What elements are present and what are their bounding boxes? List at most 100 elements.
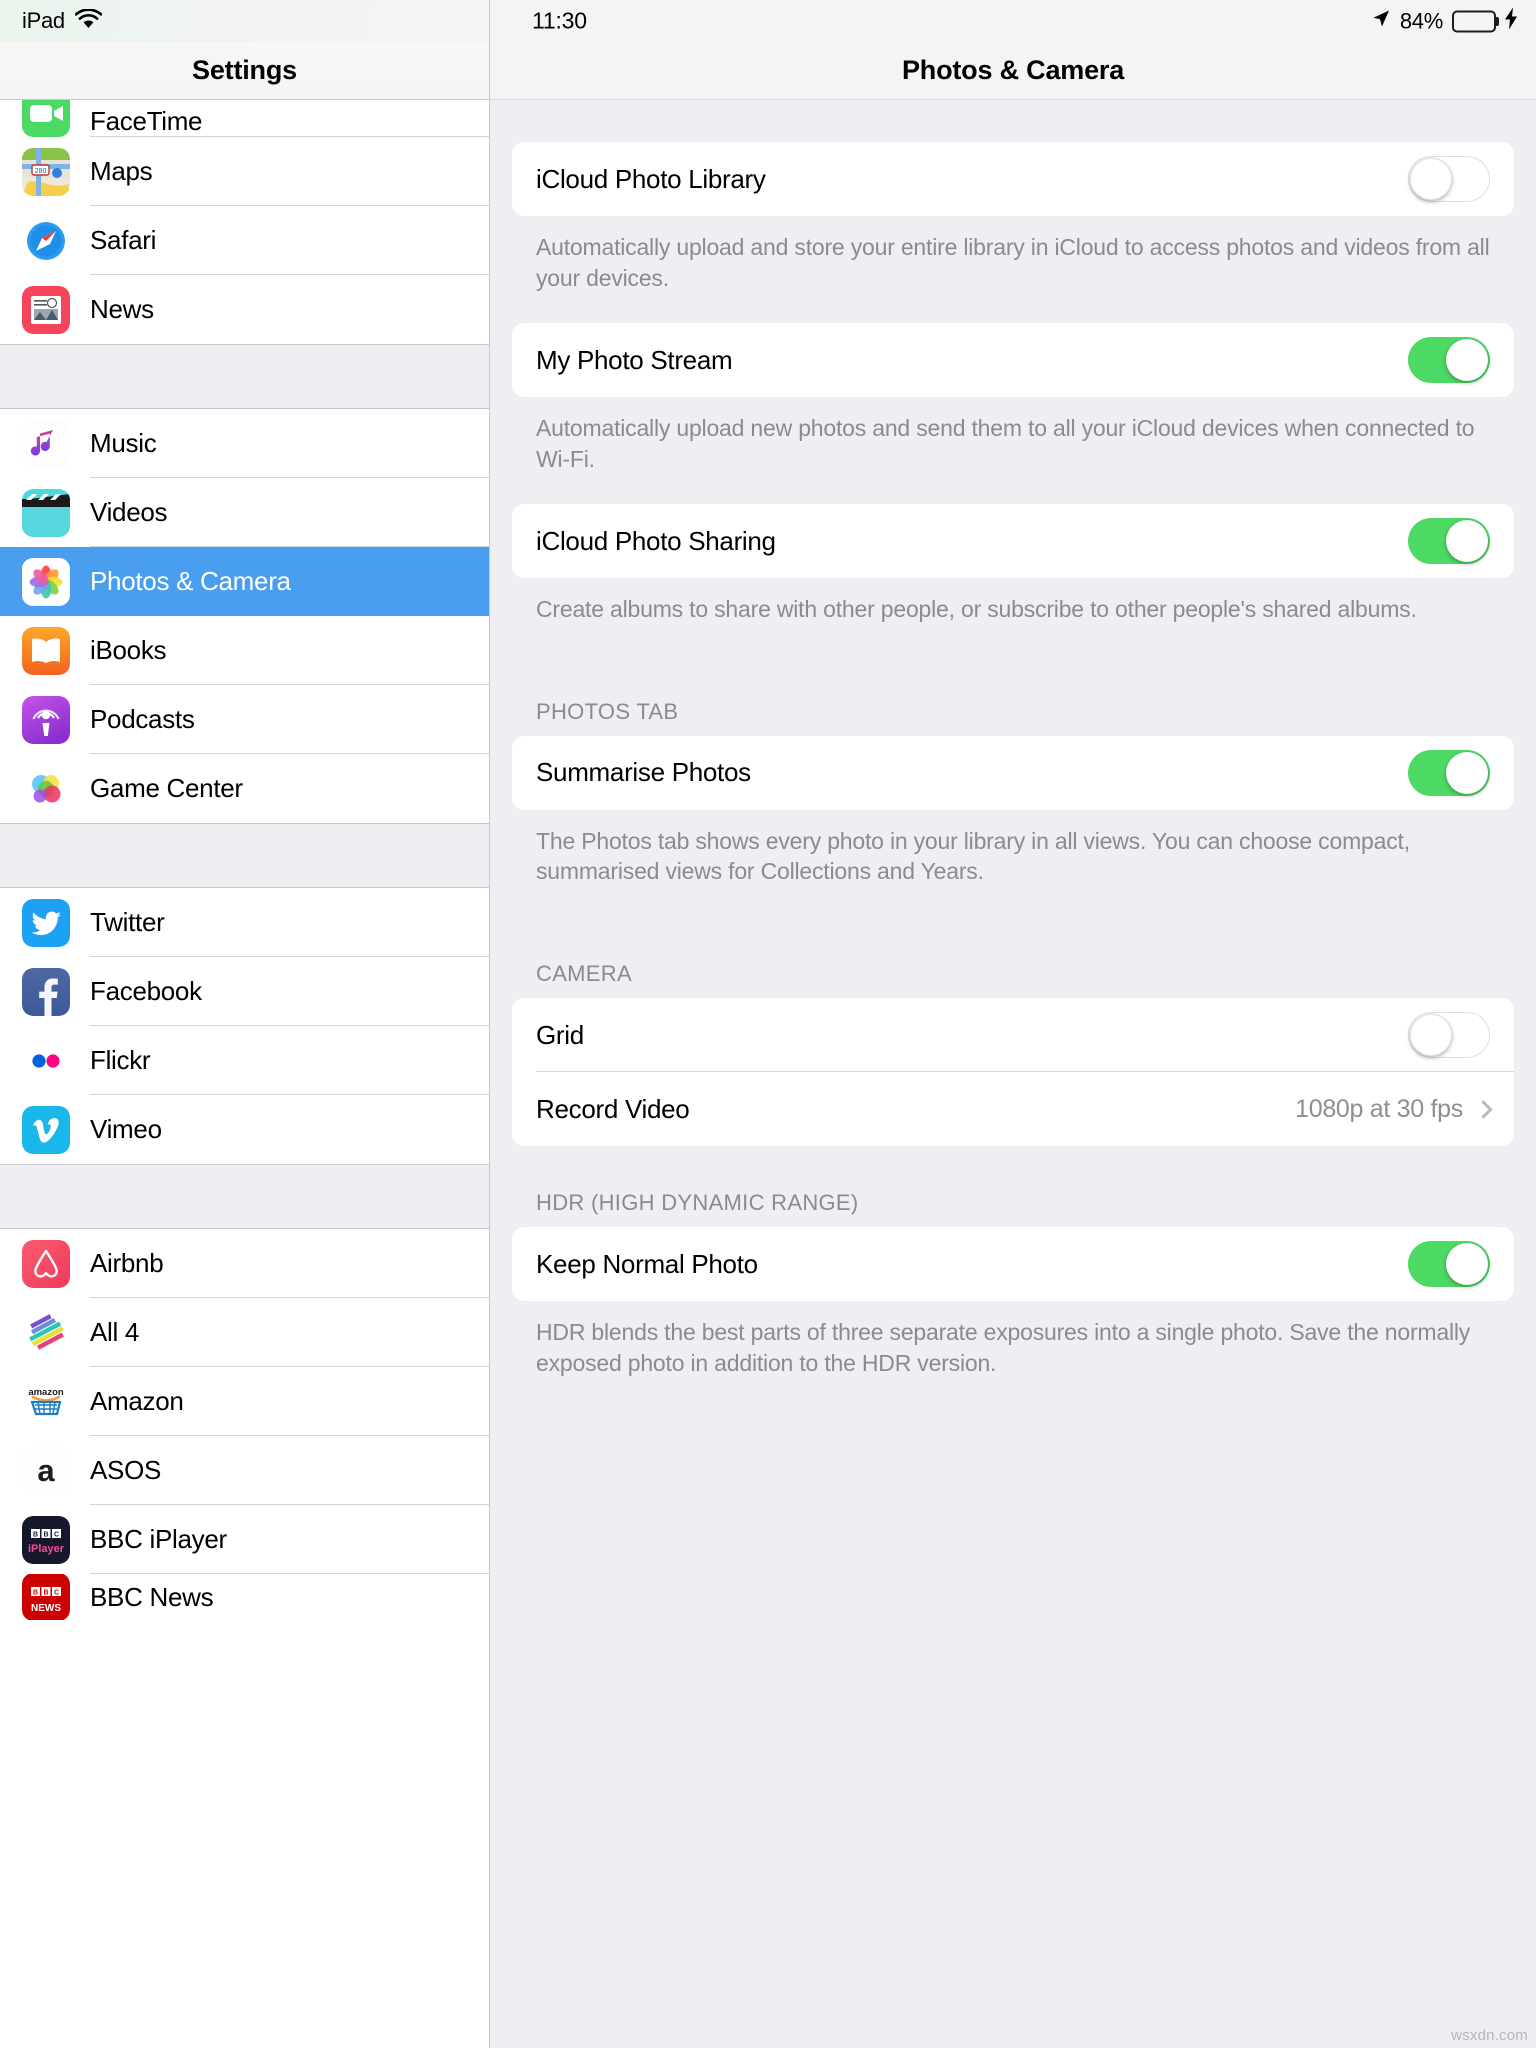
sidebar-item-ibooks[interactable]: iBooks: [0, 616, 489, 685]
sidebar-item-bbc-news[interactable]: B B C NEWS BBC News: [0, 1574, 489, 1620]
setting-row-grid[interactable]: Grid: [512, 998, 1514, 1073]
watermark: wsxdn.com: [1451, 2027, 1528, 2044]
toggle-knob: [1446, 1243, 1488, 1286]
sidebar-item-amazon[interactable]: amazon Amazon: [0, 1367, 489, 1436]
settings-group: Keep Normal Photo: [512, 1227, 1514, 1302]
toggle-keep-normal-photo[interactable]: [1408, 1241, 1490, 1288]
sidebar-item-label: All 4: [90, 1317, 140, 1347]
sidebar-item-facebook[interactable]: Facebook: [0, 957, 489, 1026]
detail-title-bar: Photos & Camera: [490, 42, 1536, 100]
sidebar-item-label: BBC iPlayer: [90, 1524, 227, 1554]
sidebar-item-asos[interactable]: a ASOS: [0, 1436, 489, 1505]
facebook-icon: [22, 967, 70, 1016]
svg-text:280: 280: [35, 168, 47, 175]
sidebar-group-separator: [0, 344, 489, 409]
content-top-spacer: [512, 100, 1514, 142]
sidebar-item-facetime[interactable]: FaceTime: [0, 100, 489, 137]
sidebar-item-all-4[interactable]: All 4: [0, 1298, 489, 1367]
sidebar-item-videos[interactable]: Videos: [0, 478, 489, 547]
battery-icon: [1452, 10, 1499, 32]
sidebar-item-label: News: [90, 294, 154, 324]
sidebar-item-label: Maps: [90, 156, 153, 186]
toggle-icloud-photo-library[interactable]: [1408, 156, 1490, 202]
clock: 11:30: [532, 7, 587, 34]
sidebar-item-photos-camera[interactable]: Photos & Camera: [0, 547, 489, 616]
toggle-my-photo-stream[interactable]: [1408, 337, 1490, 384]
setting-row-icloud-photo-library[interactable]: iCloud Photo Library: [512, 142, 1514, 216]
toggle-knob: [1446, 339, 1488, 382]
sidebar-item-label: BBC News: [90, 1581, 214, 1612]
sidebar-item-label: Amazon: [90, 1386, 184, 1416]
ibooks-icon: [22, 626, 70, 675]
sidebar-item-flickr[interactable]: Flickr: [0, 1026, 489, 1095]
setting-label: Keep Normal Photo: [536, 1248, 758, 1279]
ipad-settings-screen: iPad Settings FaceTime 280 Maps Safari News M…: [0, 0, 1536, 2048]
device-label: iPad: [22, 8, 65, 33]
airbnb-icon: [22, 1239, 70, 1288]
setting-label: Record Video: [536, 1093, 690, 1124]
sidebar-item-safari[interactable]: Safari: [0, 206, 489, 275]
setting-row-summarise-photos[interactable]: Summarise Photos: [512, 736, 1514, 810]
sidebar-item-label: Twitter: [90, 907, 165, 937]
sidebar-item-label: ASOS: [90, 1455, 162, 1485]
detail-panel: 11:30 84% Photos & Camera iCloud Photo L…: [490, 0, 1536, 2048]
sidebar-item-label: Flickr: [90, 1045, 151, 1075]
sidebar-status-bar: iPad: [0, 0, 489, 42]
sidebar-item-music[interactable]: Music: [0, 409, 489, 478]
facetime-icon: [22, 100, 70, 137]
setting-row-my-photo-stream[interactable]: My Photo Stream: [512, 323, 1514, 397]
toggle-summarise-photos[interactable]: [1408, 749, 1490, 796]
sidebar-title-bar: Settings: [0, 42, 489, 100]
setting-label: Summarise Photos: [536, 757, 751, 788]
sidebar-item-airbnb[interactable]: Airbnb: [0, 1229, 489, 1298]
sidebar-item-bbc-iplayer[interactable]: B B CiPlayer BBC iPlayer: [0, 1505, 489, 1574]
settings-group: iCloud Photo Sharing: [512, 504, 1514, 579]
setting-row-icloud-photo-sharing[interactable]: iCloud Photo Sharing: [512, 504, 1514, 578]
section-footnote: The Photos tab shows every photo in your…: [536, 827, 1410, 885]
vimeo-icon: [22, 1105, 70, 1154]
sidebar-group-separator: [0, 823, 489, 888]
videos-icon: [22, 488, 70, 537]
sidebar-group-separator: [0, 1164, 489, 1229]
chevron-right-icon: [1474, 1099, 1493, 1119]
page-title: Settings: [192, 55, 297, 85]
sidebar-item-news[interactable]: News: [0, 275, 489, 344]
svg-text:B: B: [43, 1531, 48, 1538]
svg-text:B: B: [33, 1589, 38, 1596]
sidebar-item-maps[interactable]: 280 Maps: [0, 137, 489, 206]
sidebar-item-label: Facebook: [90, 976, 202, 1006]
section-header: PHOTOS TAB: [536, 698, 679, 724]
section-footnote: HDR blends the best parts of three separ…: [536, 1319, 1471, 1376]
setting-row-keep-normal-photo[interactable]: Keep Normal Photo: [512, 1227, 1514, 1301]
lightning-bolt-icon: [1505, 7, 1518, 35]
sidebar-item-label: Game Center: [90, 773, 243, 803]
toggle-icloud-photo-sharing[interactable]: [1408, 518, 1490, 565]
sidebar-item-game-center[interactable]: Game Center: [0, 754, 489, 823]
toggle-grid[interactable]: [1408, 1012, 1490, 1059]
svg-text:C: C: [54, 1531, 59, 1538]
svg-text:NEWS: NEWS: [31, 1603, 61, 1614]
setting-row-record-video[interactable]: Record Video 1080p at 30 fps: [512, 1072, 1514, 1146]
section-footnote: Create albums to share with other people…: [536, 596, 1417, 623]
sidebar-list[interactable]: FaceTime 280 Maps Safari News Music Videos Phot…: [0, 100, 489, 1620]
toggle-knob: [1446, 751, 1488, 794]
sidebar-item-label: FaceTime: [90, 106, 203, 136]
setting-label: iCloud Photo Sharing: [536, 525, 776, 556]
sidebar-item-twitter[interactable]: Twitter: [0, 888, 489, 957]
status-right-cluster: 84%: [1371, 7, 1518, 35]
settings-group: iCloud Photo Library: [512, 142, 1514, 216]
detail-content: iCloud Photo Library Automatically upload…: [490, 100, 1536, 1408]
safari-icon: [22, 216, 70, 265]
music-icon: [22, 419, 70, 468]
sidebar-item-podcasts[interactable]: Podcasts: [0, 685, 489, 754]
twitter-icon: [22, 898, 70, 947]
photos-icon: [22, 557, 70, 606]
toggle-knob: [1446, 520, 1488, 563]
sidebar-item-vimeo[interactable]: Vimeo: [0, 1095, 489, 1164]
